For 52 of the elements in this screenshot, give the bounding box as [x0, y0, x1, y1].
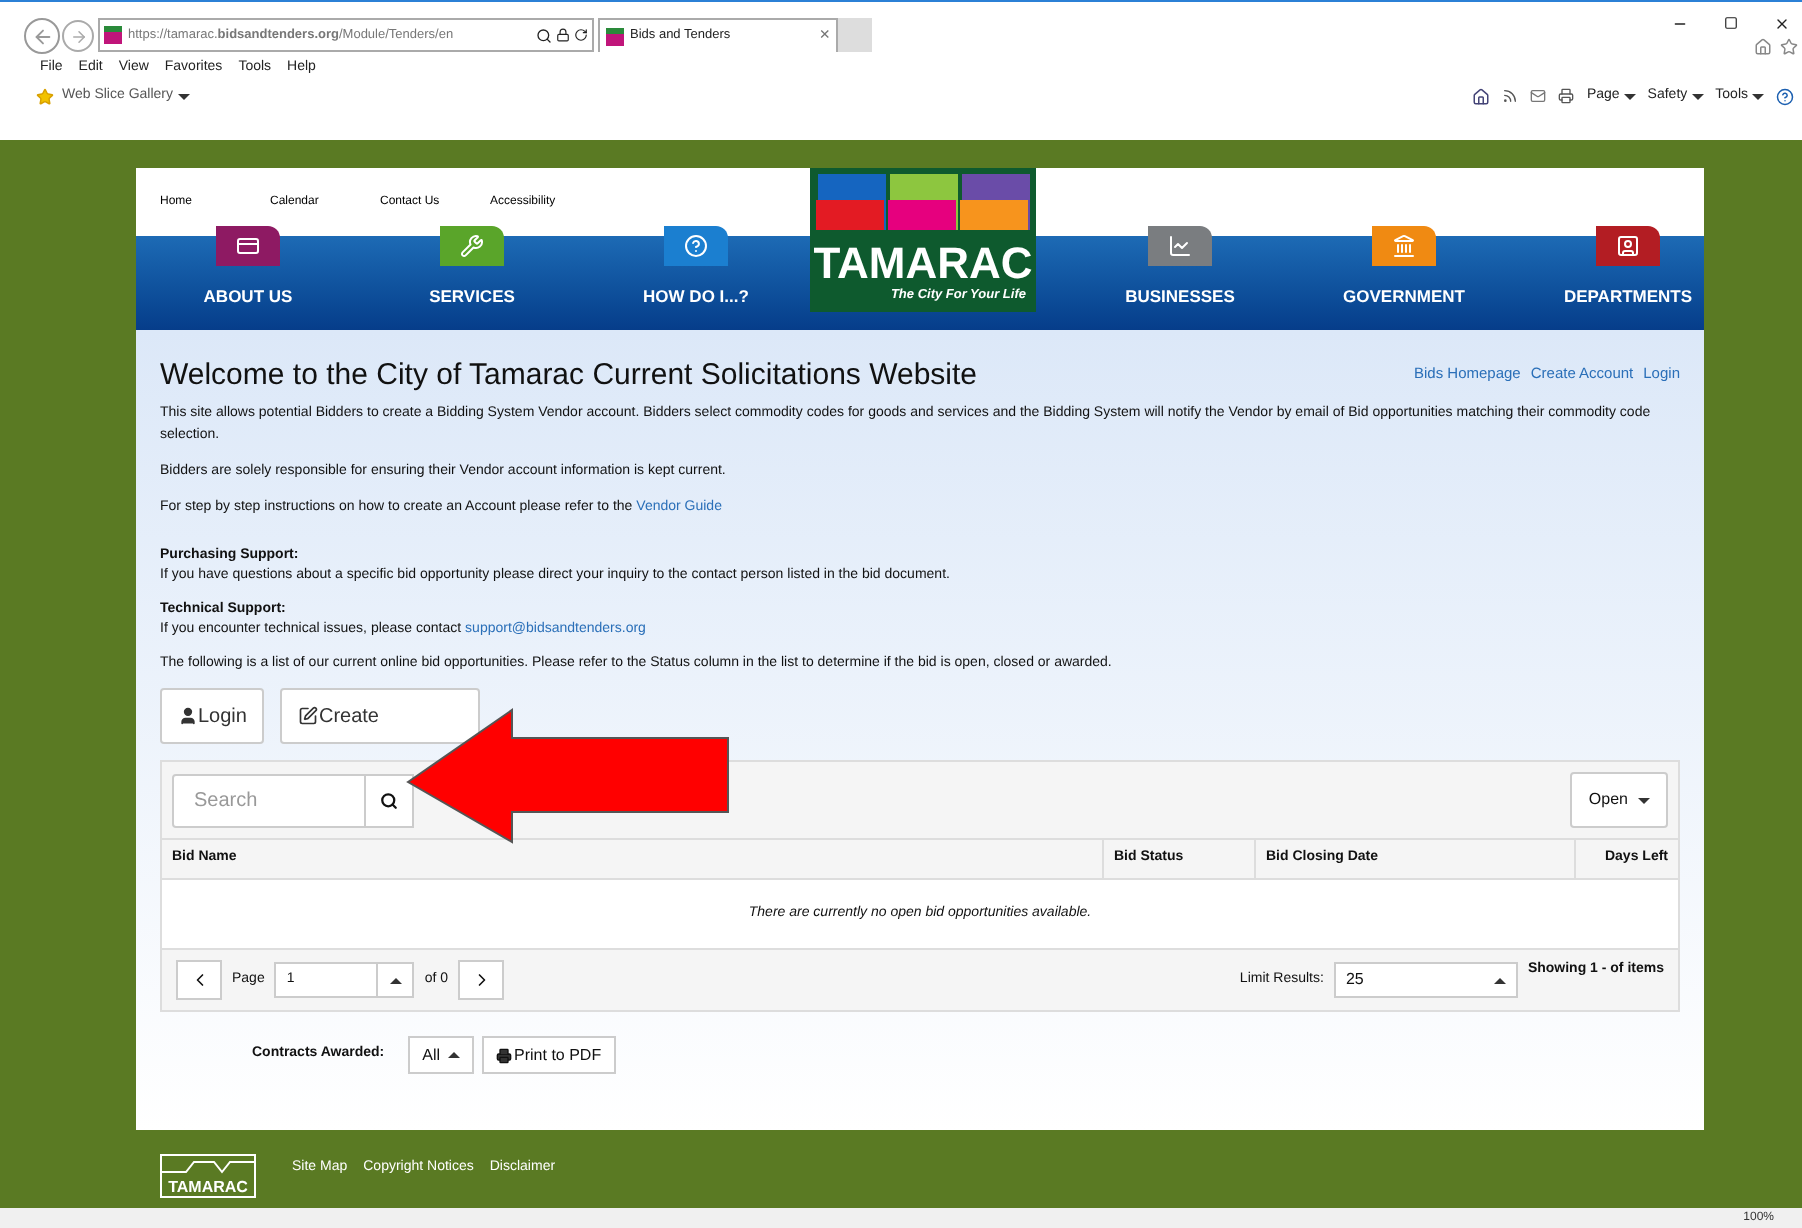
print-icon — [496, 1047, 513, 1063]
search-button[interactable] — [366, 773, 414, 827]
site-favicon — [606, 27, 624, 45]
back-arrow-icon — [31, 25, 53, 47]
nav-item[interactable]: GOVERNMENT — [1292, 226, 1516, 310]
star-icon[interactable] — [1780, 38, 1798, 56]
forward-arrow-icon — [69, 27, 87, 45]
glyph-icon — [684, 234, 708, 259]
site-favicon — [104, 26, 122, 44]
caret-icon — [1638, 797, 1650, 803]
user-icon — [178, 706, 198, 726]
nav-item[interactable]: HOW DO I...? — [584, 226, 808, 310]
caret-icon — [1623, 93, 1636, 99]
glyph-icon — [1392, 234, 1416, 259]
search-icon — [380, 791, 398, 809]
favorites-star-icon[interactable] — [36, 87, 54, 105]
footer-logo: TAMARAC — [160, 1154, 256, 1198]
caret-icon — [1691, 93, 1704, 99]
caret-icon — [1493, 977, 1506, 983]
mail-icon[interactable] — [1530, 88, 1547, 104]
action-button[interactable]: Login — [160, 688, 265, 744]
nav-item[interactable]: SERVICES — [360, 226, 584, 310]
contracts-dropdown[interactable]: All — [408, 1036, 475, 1074]
back-button[interactable] — [24, 18, 60, 54]
glyph-icon — [1168, 234, 1192, 259]
search-field[interactable]: Search — [172, 773, 366, 827]
caret-icon — [177, 93, 190, 99]
limit-dropdown[interactable]: 25 — [1333, 962, 1518, 998]
nav-item[interactable]: BUSINESSES — [1068, 226, 1292, 310]
refresh-icon[interactable] — [574, 28, 588, 42]
caret-icon — [389, 977, 402, 983]
print-button[interactable]: Print to PDF — [482, 1036, 616, 1074]
status-filter-dropdown[interactable]: Open — [1570, 772, 1668, 828]
action-button[interactable]: Create — [280, 688, 481, 744]
glyph-icon — [1616, 234, 1640, 259]
search-icon[interactable] — [536, 27, 552, 43]
help-icon[interactable] — [1776, 87, 1794, 105]
tab-close-button[interactable]: × — [819, 22, 830, 50]
nav-item[interactable]: DEPARTMENTS — [1516, 226, 1740, 310]
edit-icon — [298, 706, 319, 726]
nav-item[interactable]: ABOUT US — [136, 226, 360, 310]
feed-icon[interactable] — [1502, 88, 1519, 104]
close-icon[interactable] — [1774, 16, 1790, 32]
page-title: Welcome to the City of Tamarac Current Solicitations Website — [160, 360, 978, 390]
caret-icon — [448, 1052, 461, 1058]
maximize-icon[interactable] — [1724, 16, 1738, 30]
print-icon[interactable] — [1558, 88, 1575, 104]
home-icon[interactable] — [1472, 87, 1491, 105]
lock-icon — [556, 28, 570, 42]
glyph-icon — [236, 234, 260, 259]
caret-icon — [1752, 93, 1764, 99]
glyph-icon — [460, 234, 484, 259]
